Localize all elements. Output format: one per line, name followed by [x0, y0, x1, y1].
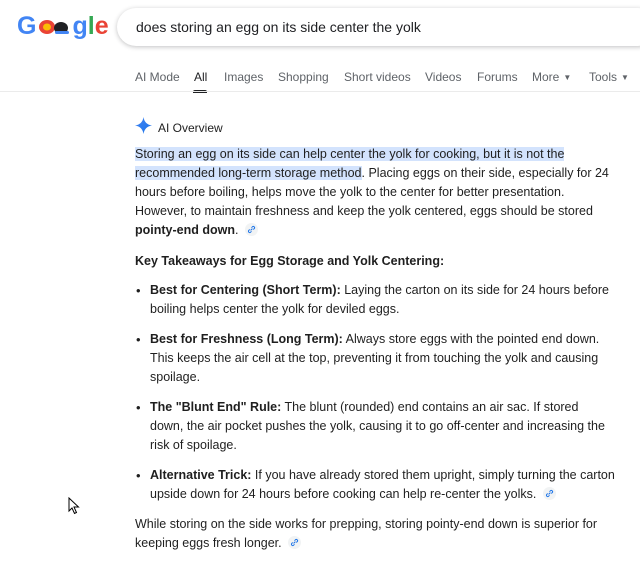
tab-shopping[interactable]: Shopping: [278, 70, 329, 84]
chevron-down-icon: ▼: [563, 73, 572, 82]
search-input[interactable]: does storing an egg on its side center t…: [136, 19, 421, 35]
ai-overview-content: Storing an egg on its side can help cent…: [135, 145, 615, 563]
tab-more-label: More: [532, 70, 560, 84]
bullet-icon: •: [136, 332, 141, 347]
tab-tools-label: Tools: [589, 70, 618, 84]
search-bar[interactable]: does storing an egg on its side center t…: [117, 8, 640, 46]
tab-all[interactable]: All: [194, 70, 207, 84]
logo-letter-e: e: [94, 11, 109, 40]
logo-letter-g2: g: [72, 11, 88, 40]
tabs-divider: [0, 91, 640, 92]
bullet-title: The "Blunt End" Rule:: [150, 400, 282, 414]
tab-short-videos[interactable]: Short videos: [344, 70, 411, 84]
takeaways-heading: Key Takeaways for Egg Storage and Yolk C…: [135, 254, 445, 268]
link-icon[interactable]: [288, 536, 302, 549]
chevron-down-icon: ▼: [621, 73, 629, 82]
closing-text: While storing on the side works for prep…: [135, 517, 598, 550]
intro-end: .: [234, 223, 239, 237]
link-icon[interactable]: [542, 487, 556, 500]
list-item: • Alternative Trick: If you have already …: [136, 466, 615, 504]
intro-bold: pointy-end down: [135, 223, 235, 237]
tab-videos[interactable]: Videos: [425, 70, 461, 84]
logo-letter-l: l: [87, 11, 95, 40]
list-item: • The "Blunt End" Rule: The blunt (rounde…: [136, 398, 615, 455]
google-logo[interactable]: G g l e: [17, 9, 109, 43]
tab-tools[interactable]: Tools ▼: [589, 70, 629, 84]
intro-paragraph: Storing an egg on its side can help cent…: [135, 145, 615, 240]
bullet-icon: •: [136, 400, 141, 415]
doodle-icon: [37, 15, 71, 37]
closing-paragraph: While storing on the side works for prep…: [135, 515, 615, 553]
bullet-title: Best for Freshness (Long Term):: [150, 332, 343, 346]
ai-overview-header: AI Overview: [135, 117, 223, 139]
bullet-icon: •: [136, 468, 141, 483]
bullet-title: Alternative Trick:: [150, 468, 252, 482]
takeaways-list: • Best for Centering (Short Term): Laying…: [135, 281, 615, 504]
link-icon[interactable]: [244, 223, 258, 236]
tab-images[interactable]: Images: [224, 70, 263, 84]
search-tabs: AI Mode All Images Shopping Short videos…: [0, 70, 640, 93]
list-item: • Best for Freshness (Long Term): Always …: [136, 330, 615, 387]
bullet-icon: •: [136, 283, 141, 298]
tab-forums[interactable]: Forums: [477, 70, 518, 84]
sparkle-icon: [135, 117, 152, 139]
tab-ai-mode[interactable]: AI Mode: [135, 70, 180, 84]
ai-overview-label: AI Overview: [158, 121, 223, 135]
bullet-title: Best for Centering (Short Term):: [150, 283, 341, 297]
tab-more[interactable]: More ▼: [532, 70, 571, 84]
logo-letter-g: G: [17, 11, 37, 40]
list-item: • Best for Centering (Short Term): Laying…: [136, 281, 615, 319]
mouse-cursor-icon: [68, 496, 80, 520]
